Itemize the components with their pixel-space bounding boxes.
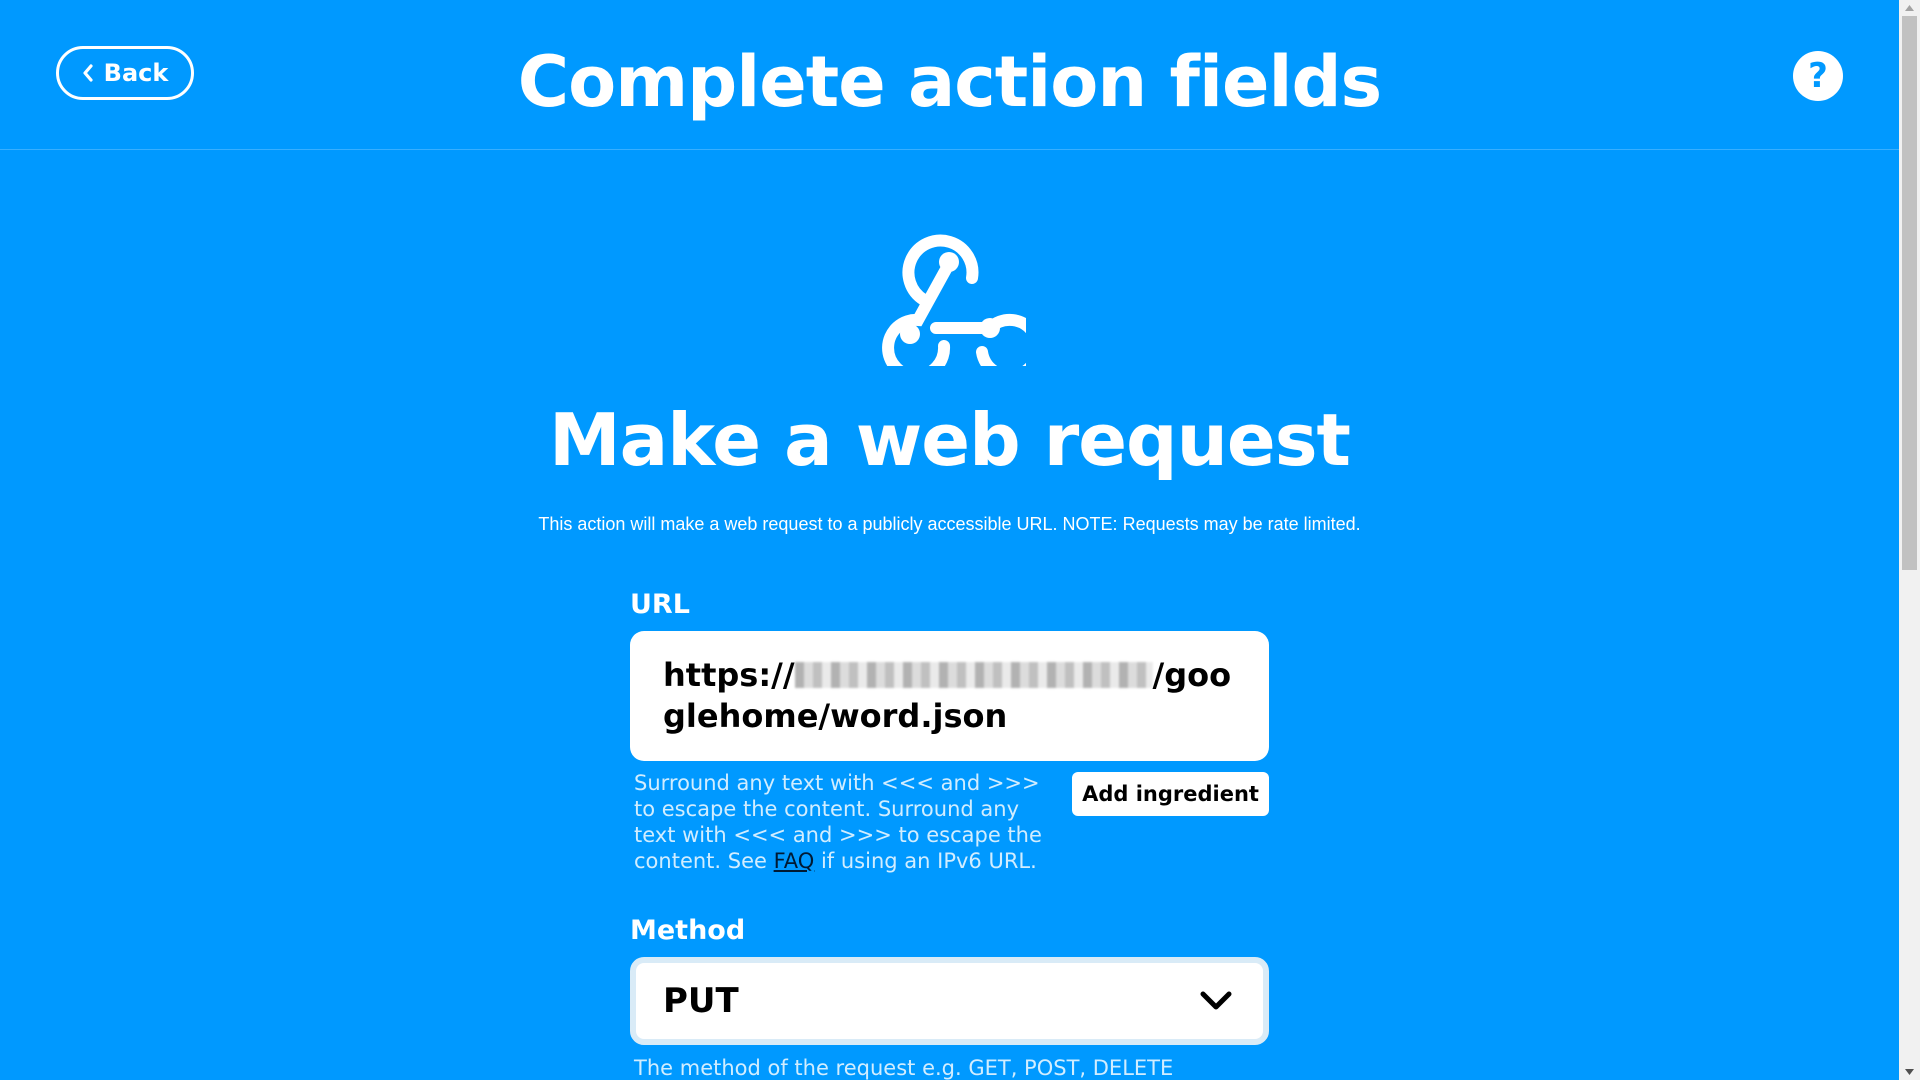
- method-label: Method: [630, 915, 746, 946]
- faq-link[interactable]: FAQ: [774, 849, 815, 873]
- method-help-text: The method of the request e.g. GET, POST…: [634, 1056, 1174, 1080]
- url-input[interactable]: https:///googlehome/word.json: [630, 631, 1269, 761]
- service-title: Make a web request: [549, 398, 1351, 482]
- scroll-up-arrow-icon[interactable]: [1899, 0, 1920, 16]
- url-help-text: Surround any text with <<< and >>> to es…: [634, 770, 1064, 874]
- page-title: Complete action fields: [517, 41, 1382, 123]
- service-description: This action will make a web request to a…: [538, 514, 1361, 534]
- method-select[interactable]: PUT: [630, 957, 1269, 1045]
- url-help-text-end: if using an IPv6 URL.: [814, 849, 1037, 873]
- chevron-down-icon: [1199, 981, 1233, 1021]
- webhook-icon: [872, 220, 1044, 382]
- redacted-host: [794, 662, 1153, 688]
- scrollbar-thumb[interactable]: [1902, 16, 1917, 570]
- add-ingredient-button[interactable]: Add ingredient: [1072, 772, 1269, 816]
- scrollbar[interactable]: [1899, 0, 1920, 1080]
- page: Back Complete action fields ? Make a web…: [0, 0, 1920, 1080]
- header: Back Complete action fields ?: [0, 0, 1899, 150]
- help-icon[interactable]: ?: [1793, 51, 1843, 101]
- method-selected-value: PUT: [663, 981, 739, 1021]
- url-label: URL: [630, 589, 690, 620]
- scroll-down-arrow-icon[interactable]: [1899, 1064, 1920, 1080]
- url-value-prefix: https://: [663, 656, 795, 694]
